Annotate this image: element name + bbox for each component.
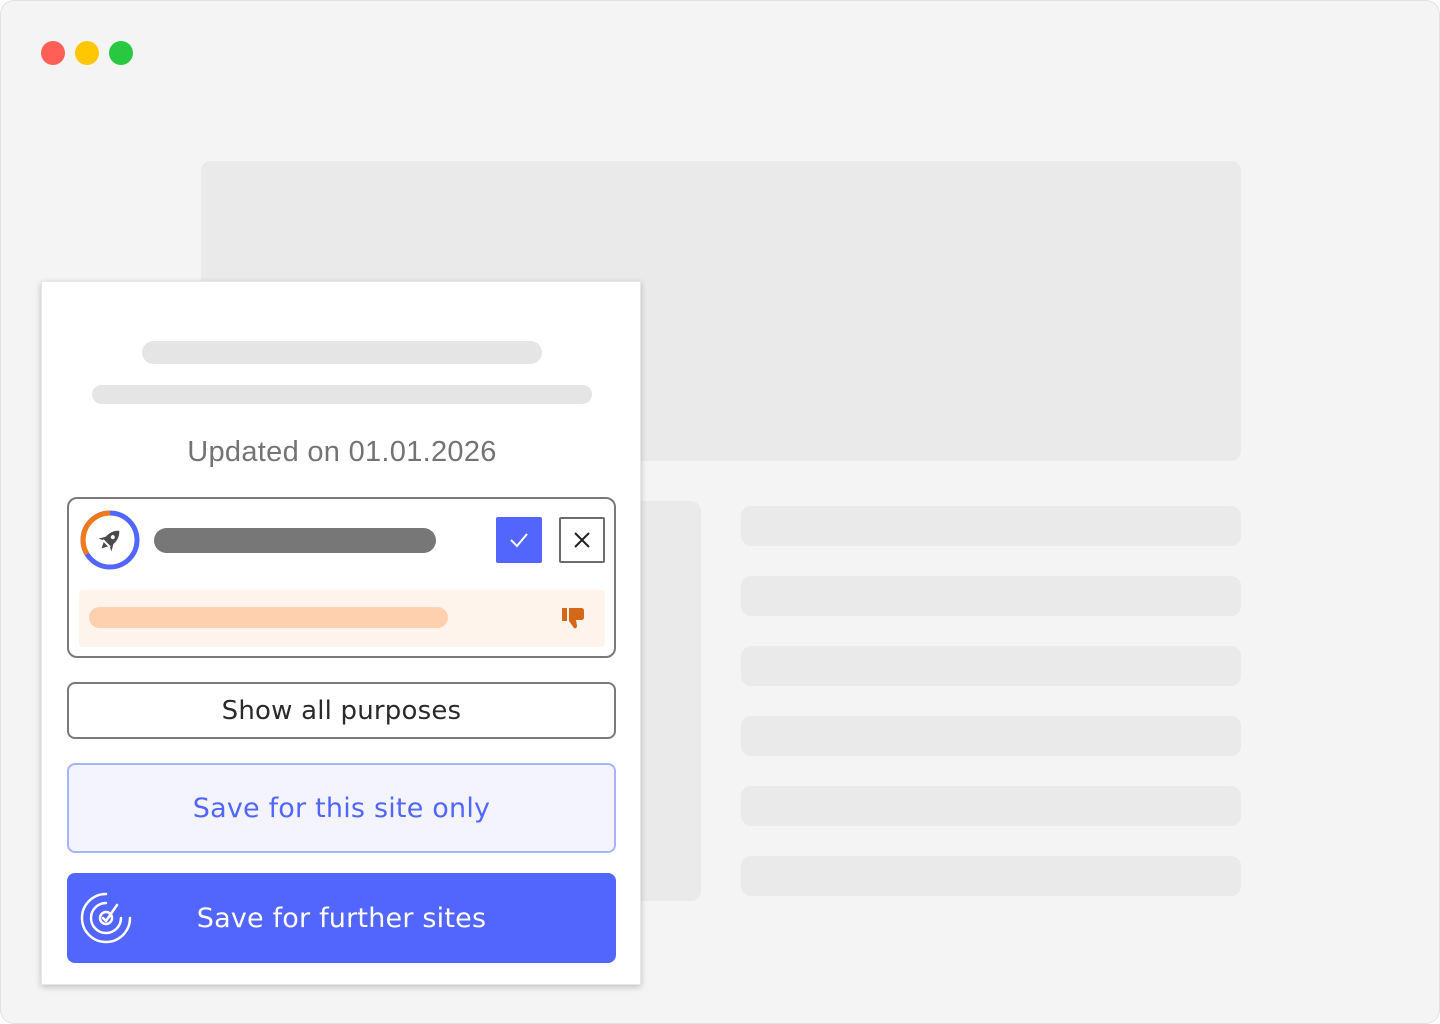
content-placeholder-line <box>741 716 1241 756</box>
vendor-name-placeholder <box>154 528 436 553</box>
content-placeholder-line <box>741 856 1241 896</box>
accept-vendor-button[interactable] <box>496 517 542 563</box>
warning-text-placeholder <box>89 607 448 628</box>
updated-date-text: Updated on 01.01.2026 <box>187 436 497 468</box>
consent-dialog: Updated on 01.01.2026 Show all purposes … <box>41 281 641 985</box>
content-placeholder-line <box>741 506 1241 546</box>
content-placeholder-line <box>741 786 1241 826</box>
radar-check-icon <box>80 892 132 944</box>
rocket-icon <box>80 510 140 570</box>
vendor-warning-row <box>79 590 605 647</box>
save-site-only-label: Save for this site only <box>192 792 491 824</box>
vendor-card <box>67 497 616 658</box>
close-icon <box>574 532 590 548</box>
save-further-sites-label: Save for further sites <box>196 902 487 934</box>
thumbs-down-icon <box>562 608 584 629</box>
reject-vendor-button[interactable] <box>559 517 605 563</box>
browser-window: Updated on 01.01.2026 Show all purposes … <box>0 0 1440 1024</box>
save-further-sites-button[interactable]: Save for further sites <box>67 873 616 963</box>
save-site-only-button[interactable]: Save for this site only <box>67 763 616 853</box>
content-placeholder-line <box>741 576 1241 616</box>
check-icon <box>510 533 528 548</box>
subtitle-placeholder <box>92 385 592 404</box>
window-minimize-button[interactable] <box>75 41 99 65</box>
show-all-purposes-button[interactable]: Show all purposes <box>67 682 616 739</box>
window-maximize-button[interactable] <box>109 41 133 65</box>
show-all-purposes-label: Show all purposes <box>221 695 462 726</box>
window-close-button[interactable] <box>41 41 65 65</box>
content-placeholder-line <box>741 646 1241 686</box>
title-placeholder <box>142 341 542 364</box>
